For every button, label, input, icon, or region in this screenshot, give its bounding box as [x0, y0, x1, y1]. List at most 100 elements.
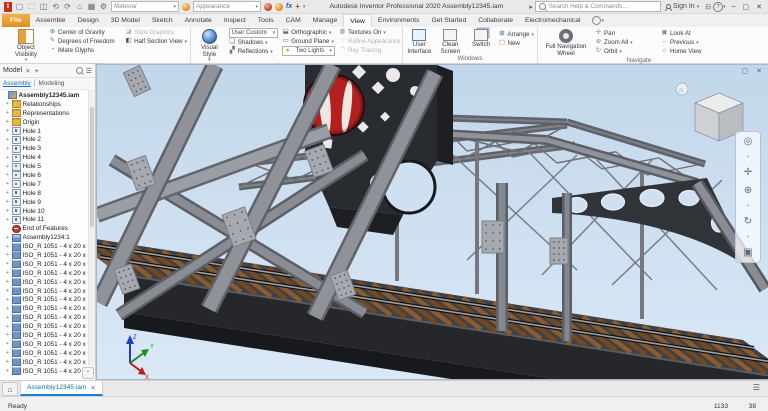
degrees-of-freedom-button[interactable]: ✎Degrees of Freedom — [49, 37, 121, 46]
full-navigation-wheel-button[interactable]: Full Navigation Wheel — [541, 28, 591, 57]
shadows-button[interactable]: ❏Shadows▾ — [229, 38, 278, 47]
save-icon[interactable]: ◫ — [39, 2, 48, 11]
document-tab-close-icon[interactable]: ✕ — [90, 384, 96, 392]
browser-search-icon[interactable] — [76, 67, 83, 74]
tree-expander-icon[interactable]: + — [5, 252, 10, 258]
inventor-logo-icon[interactable]: I — [4, 2, 12, 12]
tree-item[interactable]: +Hole 9 — [1, 198, 95, 207]
sketch-icon[interactable]: ▦ — [87, 2, 96, 11]
tree-expander-icon[interactable]: + — [5, 137, 10, 143]
tree-item[interactable]: +Hole 7 — [1, 180, 95, 189]
tree-expander-icon[interactable]: + — [5, 297, 10, 303]
ribbon-tab-cam[interactable]: CAM — [280, 14, 307, 27]
close-button[interactable]: ✕ — [756, 3, 762, 11]
appearance-combo[interactable]: Appearance ▾ — [193, 1, 261, 12]
collapse-search-icon[interactable]: ▸ — [529, 3, 533, 11]
parameters-fx-button[interactable]: fx — [286, 3, 292, 10]
tree-item[interactable]: +Hole 8 — [1, 189, 95, 198]
tree-expander-icon[interactable]: + — [5, 270, 10, 276]
tree-expander-icon[interactable]: + — [5, 350, 10, 356]
tree-expander-icon[interactable]: + — [5, 101, 10, 107]
viewport-maximize-icon[interactable]: ▢ — [742, 67, 749, 75]
tree-item[interactable]: +ISO_R 1051 - 4 x 20 x 11:10 — [1, 322, 95, 331]
browser-tab-close-icon[interactable]: ✕ — [25, 67, 30, 75]
orthographic-button[interactable]: ⬓Orthographic▾ — [282, 28, 335, 37]
ribbon-tab-3d-model[interactable]: 3D Model — [105, 14, 146, 27]
tree-item[interactable]: +Relationships — [1, 100, 95, 109]
minimize-button[interactable]: – — [732, 3, 736, 10]
store-cart-icon[interactable]: ⊟ — [705, 3, 711, 11]
tree-item[interactable]: +ISO_R 1051 - 4 x 20 x 11:8 — [1, 304, 95, 313]
tree-item[interactable]: +Origin — [1, 118, 95, 127]
tree-expander-icon[interactable]: + — [5, 217, 10, 223]
orbit-button[interactable]: ↻Orbit▾ — [595, 47, 657, 56]
modeling-subtab[interactable]: Modeling — [39, 80, 65, 87]
tree-expander-icon[interactable]: + — [5, 261, 10, 267]
arrange-button[interactable]: ⊞Arrange▾ — [498, 30, 534, 39]
tree-expander-icon[interactable]: + — [5, 359, 10, 365]
ribbon-tab-sketch[interactable]: Sketch — [146, 14, 179, 27]
tree-item[interactable]: +ISO_R 1051 - 4 x 20 x 11:5 — [1, 278, 95, 287]
textures-on-button[interactable]: ◍Textures On▾ — [339, 28, 399, 37]
ribbon-tab-view[interactable]: View — [343, 14, 372, 27]
new-file-icon[interactable]: ▢ — [15, 2, 24, 11]
tree-expander-icon[interactable]: + — [5, 341, 10, 347]
switch-windows-button[interactable]: Switch — [468, 28, 495, 55]
tree-item[interactable]: +ISO_R 1051 - 4 x 20 x 11:2 — [1, 251, 95, 260]
tree-item[interactable]: Assembly12345.iam — [1, 91, 95, 100]
tree-item[interactable]: +Hole 2 — [1, 135, 95, 144]
home-tab-button[interactable]: ⌂ — [2, 382, 18, 396]
imate-glyphs-button[interactable]: ◔iMate Glyphs — [49, 46, 121, 55]
tree-item[interactable]: +ISO_R 1051 - 4 x 20 x 11:6 — [1, 287, 95, 296]
tree-expander-icon[interactable]: + — [5, 368, 10, 374]
previous-view-button[interactable]: ←Previous▾ — [661, 38, 725, 47]
add-qat-button[interactable]: + — [295, 2, 300, 11]
viewport-close-icon[interactable]: ✕ — [756, 67, 762, 75]
tree-expander-icon[interactable]: + — [5, 279, 10, 285]
nav-wheel-icon[interactable]: ◎ — [744, 136, 753, 147]
pan-button[interactable]: ✛Pan — [595, 29, 657, 38]
ray-tracing-button[interactable]: ◠Ray Tracing — [339, 46, 399, 55]
user-custom-combo[interactable]: User Custom▾ — [229, 28, 278, 38]
tree-item[interactable]: +Representations — [1, 109, 95, 118]
visual-style-button[interactable]: Visual Style ▾ — [194, 28, 225, 63]
tree-expander-icon[interactable]: + — [5, 288, 10, 294]
tree-expander-icon[interactable]: + — [5, 332, 10, 338]
open-file-icon[interactable]: 🗀 — [27, 2, 36, 11]
ribbon-tab-collaborate[interactable]: Collaborate — [472, 14, 519, 27]
tree-expander-icon[interactable]: + — [5, 128, 10, 134]
half-section-view-button[interactable]: ◧Half Section View▾ — [125, 37, 187, 46]
tree-expander-icon[interactable]: + — [5, 119, 10, 125]
graphics-viewport[interactable]: Z Y X ⌂ ▢ ✕ ◎▾ ✛ ⊕▾ — [96, 64, 768, 380]
tree-expander-icon[interactable]: + — [5, 324, 10, 330]
tree-expander-icon[interactable]: + — [5, 164, 10, 170]
ribbon-tab-get-started[interactable]: Get Started — [425, 14, 472, 27]
add-browser-tab-button[interactable]: + — [35, 66, 39, 75]
tree-expander-icon[interactable]: + — [5, 110, 10, 116]
appearance-ball-icon[interactable] — [182, 3, 190, 11]
clear-appearance-icon[interactable] — [275, 3, 283, 11]
settings-gear-icon[interactable]: ⚙ — [99, 2, 108, 11]
tree-item[interactable]: +Hole 4 — [1, 153, 95, 162]
lighting-combo[interactable]: ●Two Lights▾ — [282, 46, 335, 56]
tree-expander-icon[interactable]: + — [5, 181, 10, 187]
ribbon-tab-electromechanical[interactable]: Electromechanical — [519, 14, 587, 27]
ribbon-tab-inspect[interactable]: Inspect — [218, 14, 252, 27]
nav-pan-icon[interactable]: ✛ — [744, 167, 752, 178]
tree-expander-icon[interactable]: + — [5, 172, 10, 178]
slice-graphics-button[interactable]: ◪Slice Graphics — [125, 28, 187, 37]
tree-item[interactable]: +Hole 1 — [1, 127, 95, 136]
tree-item[interactable]: +ISO_R 1051 - 4 x 20 x 11:1 — [1, 242, 95, 251]
browser-tab-model[interactable]: Model — [3, 67, 22, 74]
search-input[interactable]: Search Help & Commands... — [535, 1, 661, 12]
tree-expander-icon[interactable]: + — [5, 208, 10, 214]
adjust-icon[interactable] — [264, 3, 272, 11]
tree-item[interactable]: +Hole 10 — [1, 207, 95, 216]
tree-expander-icon[interactable]: + — [5, 315, 10, 321]
scroll-to-top-button[interactable]: ⌃ — [82, 367, 94, 379]
home-icon[interactable]: ⌂ — [75, 2, 84, 11]
tree-item[interactable]: +ISO_R 1051 - 4 x 20 x 11:13 — [1, 349, 95, 358]
redo-icon[interactable]: ⟳ — [63, 2, 72, 11]
tree-expander-icon[interactable]: + — [5, 190, 10, 196]
sign-in-button[interactable]: Sign In ▾ — [665, 3, 699, 10]
